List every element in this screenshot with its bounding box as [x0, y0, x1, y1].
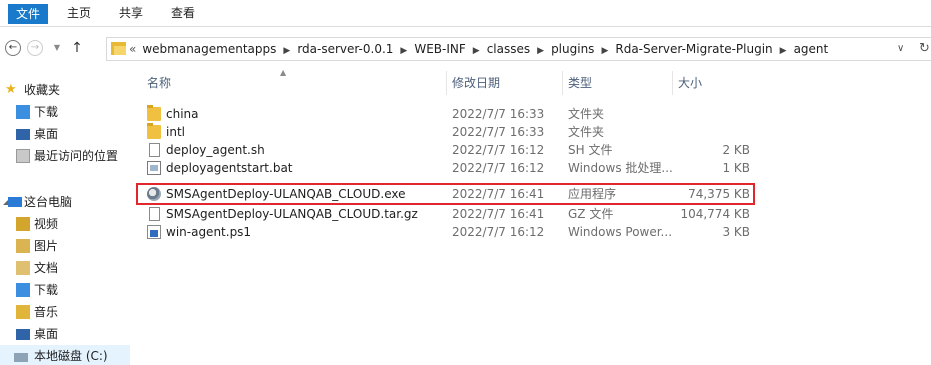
file-type: Windows 批处理... — [568, 161, 673, 175]
breadcrumb-item[interactable]: WEB-INF — [414, 42, 465, 56]
table-row[interactable]: deployagentstart.bat 2022/7/7 16:12 Wind… — [130, 159, 931, 177]
file-date: 2022/7/7 16:33 — [452, 125, 545, 139]
table-row[interactable]: china 2022/7/7 16:33 文件夹 — [130, 105, 931, 123]
nav-item-downloads-pc[interactable]: 下载 — [0, 279, 130, 301]
powershell-icon — [147, 225, 161, 239]
navigation-pane: ★ 收藏夹 下载 桌面 最近访问的位置 ◢ 这台电脑 视频 图片 文档 下载 音… — [0, 71, 130, 365]
file-list: ▲ 名称 修改日期 类型 大小 china 2022/7/7 16:33 文件夹… — [130, 68, 931, 365]
ribbon-tab-home[interactable]: 主页 — [62, 0, 96, 27]
desktop-icon — [16, 129, 30, 140]
address-bar[interactable]: « webmanagementapps ▶ rda-server-0.0.1 ▶ WEB-… — [106, 37, 931, 61]
file-name: deploy_agent.sh — [166, 143, 265, 157]
file-name: SMSAgentDeploy-ULANQAB_CLOUD.tar.gz — [166, 207, 418, 221]
folder-icon — [111, 42, 126, 55]
nav-item-downloads[interactable]: 下载 — [0, 101, 130, 123]
table-row[interactable]: deploy_agent.sh 2022/7/7 16:12 SH 文件 2 K… — [130, 141, 931, 159]
highlight-box — [136, 183, 755, 205]
up-button[interactable]: ↑ — [68, 40, 86, 58]
recent-places-icon — [16, 149, 30, 163]
ribbon-tab-share[interactable]: 共享 — [114, 0, 148, 27]
drive-icon — [14, 353, 28, 362]
nav-item-local-disk[interactable]: 本地磁盘 (C:) — [0, 345, 130, 365]
file-size — [678, 105, 750, 123]
file-name: win-agent.ps1 — [166, 225, 252, 239]
column-divider[interactable] — [562, 71, 563, 95]
file-size — [678, 123, 750, 141]
chevron-right-icon[interactable]: ▶ — [537, 46, 544, 56]
file-size: 104,774 KB — [680, 207, 750, 221]
file-date: 2022/7/7 16:41 — [452, 207, 545, 221]
chevron-down-icon[interactable]: ∨ — [897, 38, 904, 60]
nav-this-pc[interactable]: ◢ 这台电脑 — [0, 191, 130, 213]
nav-item-pictures[interactable]: 图片 — [0, 235, 130, 257]
breadcrumb-item[interactable]: classes — [487, 42, 530, 56]
column-divider[interactable] — [672, 71, 673, 95]
file-type: GZ 文件 — [568, 207, 614, 221]
address-row: ← → ▼ ↑ « webmanagementapps ▶ rda-server-0.… — [0, 27, 931, 71]
column-divider[interactable] — [446, 71, 447, 95]
ribbon-tab-file[interactable]: 文件 — [8, 4, 48, 24]
computer-icon — [8, 197, 22, 207]
ribbon-tab-view[interactable]: 查看 — [166, 0, 200, 27]
chevron-right-icon[interactable]: ▶ — [780, 46, 787, 56]
documents-folder-icon — [16, 261, 30, 275]
pictures-folder-icon — [16, 239, 30, 253]
desktop-icon — [16, 329, 30, 340]
star-icon: ★ — [5, 82, 17, 97]
breadcrumb-item[interactable]: Rda-Server-Migrate-Plugin — [615, 42, 772, 56]
file-icon — [149, 143, 160, 157]
breadcrumb-item[interactable]: plugins — [551, 42, 594, 56]
table-row[interactable]: win-agent.ps1 2022/7/7 16:12 Windows Pow… — [130, 223, 931, 241]
column-header-date[interactable]: 修改日期 — [452, 71, 562, 95]
recent-locations-button[interactable]: ▼ — [48, 40, 66, 58]
file-date: 2022/7/7 16:12 — [452, 143, 545, 157]
breadcrumb-overflow[interactable]: « — [129, 42, 136, 56]
file-date: 2022/7/7 16:12 — [452, 225, 545, 239]
nav-item-desktop-pc[interactable]: 桌面 — [0, 323, 130, 345]
nav-favorites[interactable]: ★ 收藏夹 — [0, 79, 130, 101]
file-date: 2022/7/7 16:33 — [452, 107, 545, 121]
table-row[interactable]: SMSAgentDeploy-ULANQAB_CLOUD.tar.gz 2022… — [130, 205, 931, 223]
music-folder-icon — [16, 305, 30, 319]
download-folder-icon — [16, 283, 30, 297]
file-date: 2022/7/7 16:12 — [452, 161, 545, 175]
file-icon — [149, 207, 160, 221]
file-size: 3 KB — [722, 225, 750, 239]
ribbon: 文件 主页 共享 查看 — [0, 0, 931, 27]
batch-file-icon — [147, 161, 161, 175]
file-type: SH 文件 — [568, 143, 613, 157]
file-size: 2 KB — [722, 143, 750, 157]
chevron-right-icon[interactable]: ▶ — [400, 46, 407, 56]
file-type: Windows Power... — [568, 225, 673, 239]
chevron-right-icon[interactable]: ▶ — [473, 46, 480, 56]
nav-item-music[interactable]: 音乐 — [0, 301, 130, 323]
videos-folder-icon — [16, 217, 30, 231]
breadcrumb: « webmanagementapps ▶ rda-server-0.0.1 ▶ WEB-… — [129, 38, 828, 60]
folder-icon — [147, 123, 161, 139]
file-name: intl — [166, 125, 185, 139]
file-name: deployagentstart.bat — [166, 161, 293, 175]
chevron-right-icon[interactable]: ▶ — [601, 46, 608, 56]
download-folder-icon — [16, 105, 30, 119]
table-row[interactable]: intl 2022/7/7 16:33 文件夹 — [130, 123, 931, 141]
nav-item-desktop[interactable]: 桌面 — [0, 123, 130, 145]
file-type: 文件夹 — [568, 107, 605, 121]
column-header-size[interactable]: 大小 — [678, 71, 754, 95]
breadcrumb-item[interactable]: webmanagementapps — [142, 42, 276, 56]
breadcrumb-item[interactable]: rda-server-0.0.1 — [297, 42, 393, 56]
nav-item-documents[interactable]: 文档 — [0, 257, 130, 279]
forward-button[interactable]: → — [27, 40, 43, 56]
nav-item-videos[interactable]: 视频 — [0, 213, 130, 235]
file-type: 文件夹 — [568, 125, 605, 139]
chevron-right-icon[interactable]: ▶ — [283, 46, 290, 56]
file-size: 1 KB — [722, 161, 750, 175]
file-name: china — [166, 107, 199, 121]
breadcrumb-item[interactable]: agent — [794, 42, 829, 56]
column-header-name[interactable]: 名称 — [147, 71, 447, 95]
nav-item-recent[interactable]: 最近访问的位置 — [0, 145, 130, 167]
folder-icon — [147, 105, 161, 121]
refresh-icon[interactable]: ↻ — [919, 38, 930, 60]
column-header-type[interactable]: 类型 — [568, 71, 672, 95]
back-button[interactable]: ← — [5, 40, 21, 56]
